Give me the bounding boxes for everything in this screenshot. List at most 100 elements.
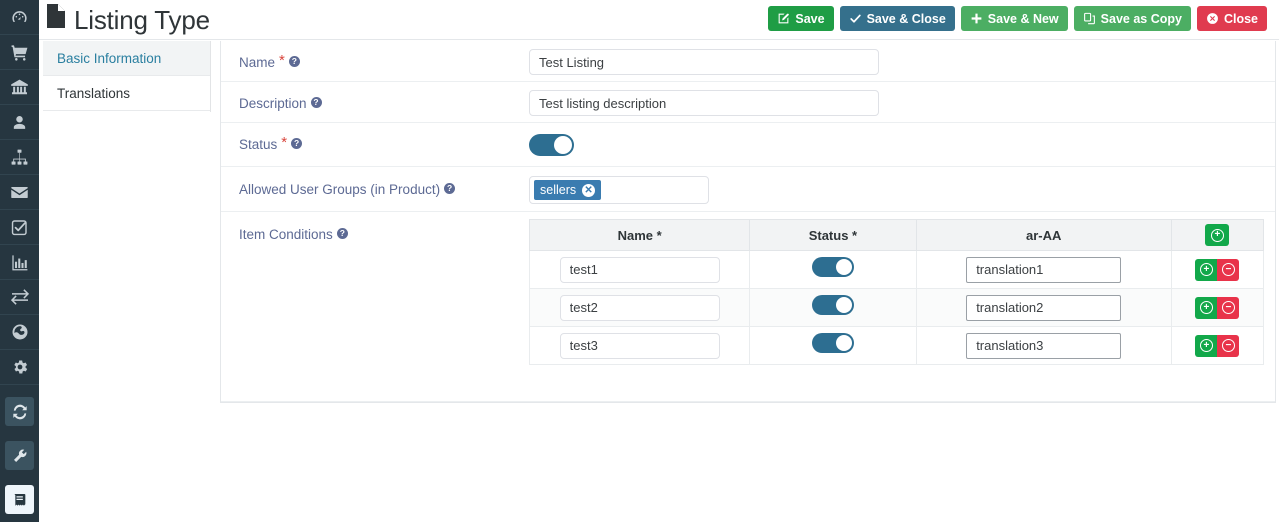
field-row-item-conditions: Item Conditions ? Name * Status * ar-AA …	[221, 212, 1275, 402]
sidebar-item-transfers[interactable]	[0, 280, 39, 315]
tag-sellers[interactable]: sellers ✕	[534, 180, 602, 200]
bar-chart-icon	[10, 253, 29, 272]
sitemap-icon	[10, 148, 29, 167]
condition-name-input-1[interactable]	[559, 256, 720, 283]
globe-icon	[11, 323, 29, 341]
table-row: + −	[528, 288, 1265, 327]
required-marker: *	[852, 227, 858, 243]
close-button-label: Close	[1223, 11, 1258, 26]
sync-refresh-icon	[5, 397, 34, 426]
status-toggle[interactable]	[529, 134, 574, 156]
dashboard-gauge-icon	[10, 8, 29, 27]
tag-sellers-label: sellers	[540, 183, 577, 197]
field-control-allowed-user-groups: sellers ✕	[529, 167, 1257, 212]
cell-actions: + −	[1170, 288, 1265, 327]
column-header-name-label: Name	[617, 227, 654, 243]
table-row: + −	[528, 326, 1265, 365]
add-row-button-3[interactable]: +	[1195, 334, 1218, 357]
add-condition-row-button[interactable]: +	[1205, 224, 1230, 246]
save-button-label: Save	[795, 11, 825, 26]
sidebar-item-sync[interactable]	[0, 394, 39, 429]
allowed-user-groups-tagbox[interactable]: sellers ✕	[529, 176, 709, 204]
file-icon	[45, 3, 67, 36]
field-label-description: Description ?	[239, 82, 529, 111]
gear-icon	[11, 358, 29, 376]
condition-status-toggle-2[interactable]	[811, 295, 854, 315]
sidebar-item-sitemap[interactable]	[0, 140, 39, 175]
app-root: Listing Type Save Save & Close Save & Ne…	[0, 0, 1279, 522]
condition-translation-input-3[interactable]	[966, 332, 1122, 359]
field-label-status: Status * ?	[239, 123, 529, 152]
close-circle-icon[interactable]: ✕	[582, 183, 596, 197]
condition-status-toggle-1[interactable]	[811, 257, 854, 277]
sidebar-item-user[interactable]	[0, 105, 39, 140]
sidebar-item-reports[interactable]	[0, 245, 39, 280]
tab-translations[interactable]: Translations	[43, 76, 210, 111]
sidebar-item-dashboard[interactable]	[0, 0, 39, 35]
condition-name-input-2[interactable]	[559, 294, 720, 321]
required-marker: *	[279, 52, 285, 69]
plus-circle-icon: +	[1199, 301, 1213, 314]
sidebar-item-mail[interactable]	[0, 175, 39, 210]
item-conditions-table: Name * Status * ar-AA + test1 translatio…	[528, 219, 1265, 365]
name-input[interactable]	[529, 49, 879, 75]
table-header-row: Name * Status * ar-AA +	[528, 219, 1265, 251]
condition-translation-input-1[interactable]	[966, 256, 1122, 283]
required-marker: *	[281, 134, 288, 151]
table-row: + −	[528, 250, 1265, 289]
add-row-button-1[interactable]: +	[1195, 258, 1218, 281]
cell-actions: + −	[1170, 250, 1265, 289]
help-icon: ?	[288, 56, 300, 67]
column-header-translation: ar-AA	[915, 219, 1172, 251]
sidebar-item-cart[interactable]	[0, 35, 39, 70]
condition-status-toggle-3[interactable]	[811, 333, 854, 353]
sidebar-item-globe[interactable]	[0, 315, 39, 350]
condition-status-toggle-knob	[835, 297, 852, 313]
condition-translation-input-2[interactable]	[966, 294, 1122, 321]
save-as-copy-button[interactable]: Save as Copy	[1073, 6, 1191, 31]
add-row-button-2[interactable]: +	[1195, 296, 1218, 319]
tab-basic-information[interactable]: Basic Information	[43, 41, 210, 76]
plus-circle-icon: +	[1210, 228, 1224, 242]
cell-status	[749, 250, 917, 289]
section-tabs: Basic Information Translations	[43, 41, 211, 112]
remove-row-button-1[interactable]: −	[1217, 258, 1240, 281]
cell-name	[528, 250, 751, 289]
sidebar-item-settings[interactable]	[0, 350, 39, 385]
field-row-name: Name * ?	[221, 41, 1275, 82]
help-icon: ?	[444, 183, 456, 194]
condition-status-toggle-knob	[835, 335, 852, 351]
sidebar-item-catalog[interactable]	[0, 482, 39, 517]
save-and-new-button[interactable]: Save & New	[960, 6, 1068, 31]
cell-actions: + −	[1170, 326, 1265, 365]
bank-icon	[10, 78, 29, 97]
sidebar-item-bank[interactable]	[0, 70, 39, 105]
sidebar-item-tasks[interactable]	[0, 210, 39, 245]
shopping-cart-icon	[10, 43, 29, 62]
edit-pencil-icon	[777, 12, 790, 25]
form-panel: Name * ? Description ? Status * ?	[220, 41, 1276, 403]
save-and-close-button[interactable]: Save & Close	[839, 6, 955, 31]
field-label-allowed-user-groups: Allowed User Groups (in Product) ?	[239, 167, 529, 197]
help-icon: ?	[310, 97, 322, 108]
field-label-status-text: Status	[239, 137, 278, 152]
cell-name	[528, 288, 751, 327]
plus-circle-icon: +	[1199, 263, 1213, 276]
tab-translations-label: Translations	[57, 85, 131, 101]
description-input[interactable]	[529, 90, 879, 116]
required-marker: *	[656, 227, 662, 243]
minus-circle-icon: −	[1221, 339, 1235, 352]
field-control-name	[529, 41, 1257, 83]
close-button[interactable]: Close	[1196, 6, 1267, 31]
sidebar-item-tools[interactable]	[0, 438, 39, 473]
field-label-description-text: Description	[239, 96, 307, 111]
save-button[interactable]: Save	[768, 6, 834, 31]
user-icon	[11, 114, 28, 131]
field-control-description	[529, 82, 1257, 124]
envelope-icon	[10, 183, 29, 202]
remove-row-button-2[interactable]: −	[1217, 296, 1240, 319]
copy-icon	[1083, 12, 1096, 25]
field-label-name-text: Name	[239, 55, 276, 70]
remove-row-button-3[interactable]: −	[1217, 334, 1240, 357]
condition-name-input-3[interactable]	[559, 332, 720, 359]
